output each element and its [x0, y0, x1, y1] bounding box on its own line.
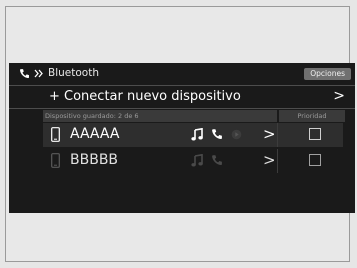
chevron-right-icon: >	[333, 88, 345, 104]
column-divider	[277, 123, 278, 147]
phone-icon	[20, 68, 29, 78]
options-button[interactable]: Opciones	[304, 68, 351, 80]
priority-checkbox[interactable]	[309, 154, 321, 166]
phone-call-icon	[212, 155, 222, 165]
connect-new-device-label: + Conectar nuevo dispositivo	[49, 89, 241, 104]
screen-title: Bluetooth	[48, 67, 99, 79]
connect-new-device-row[interactable]: + Conectar nuevo dispositivo >	[9, 87, 355, 107]
infotainment-screen: Bluetooth Opciones + Conectar nuevo disp…	[9, 63, 355, 213]
chevron-right-icon[interactable]: >	[263, 125, 276, 143]
phone-call-icon	[212, 129, 222, 139]
title-group: Bluetooth	[19, 67, 99, 79]
media-play-icon	[231, 129, 242, 140]
music-note-icon	[191, 154, 203, 167]
screen-header: Bluetooth Opciones	[9, 63, 355, 85]
column-divider	[277, 149, 278, 173]
device-row[interactable]: AAAAA >	[43, 123, 343, 147]
smartphone-icon	[51, 127, 60, 142]
priority-header: Prioridad	[279, 110, 345, 122]
list-divider	[9, 108, 355, 109]
saved-devices-header: Dispositivo guardado: 2 de 6	[43, 110, 277, 122]
device-name: BBBBB	[70, 152, 119, 168]
device-row[interactable]: BBBBB >	[43, 149, 343, 173]
device-name: AAAAA	[70, 126, 120, 142]
smartphone-icon	[51, 153, 60, 168]
header-divider	[9, 85, 355, 86]
music-note-icon	[191, 128, 203, 141]
double-chevron-icon	[34, 69, 43, 77]
chevron-right-icon[interactable]: >	[263, 151, 276, 169]
priority-checkbox[interactable]	[309, 128, 321, 140]
